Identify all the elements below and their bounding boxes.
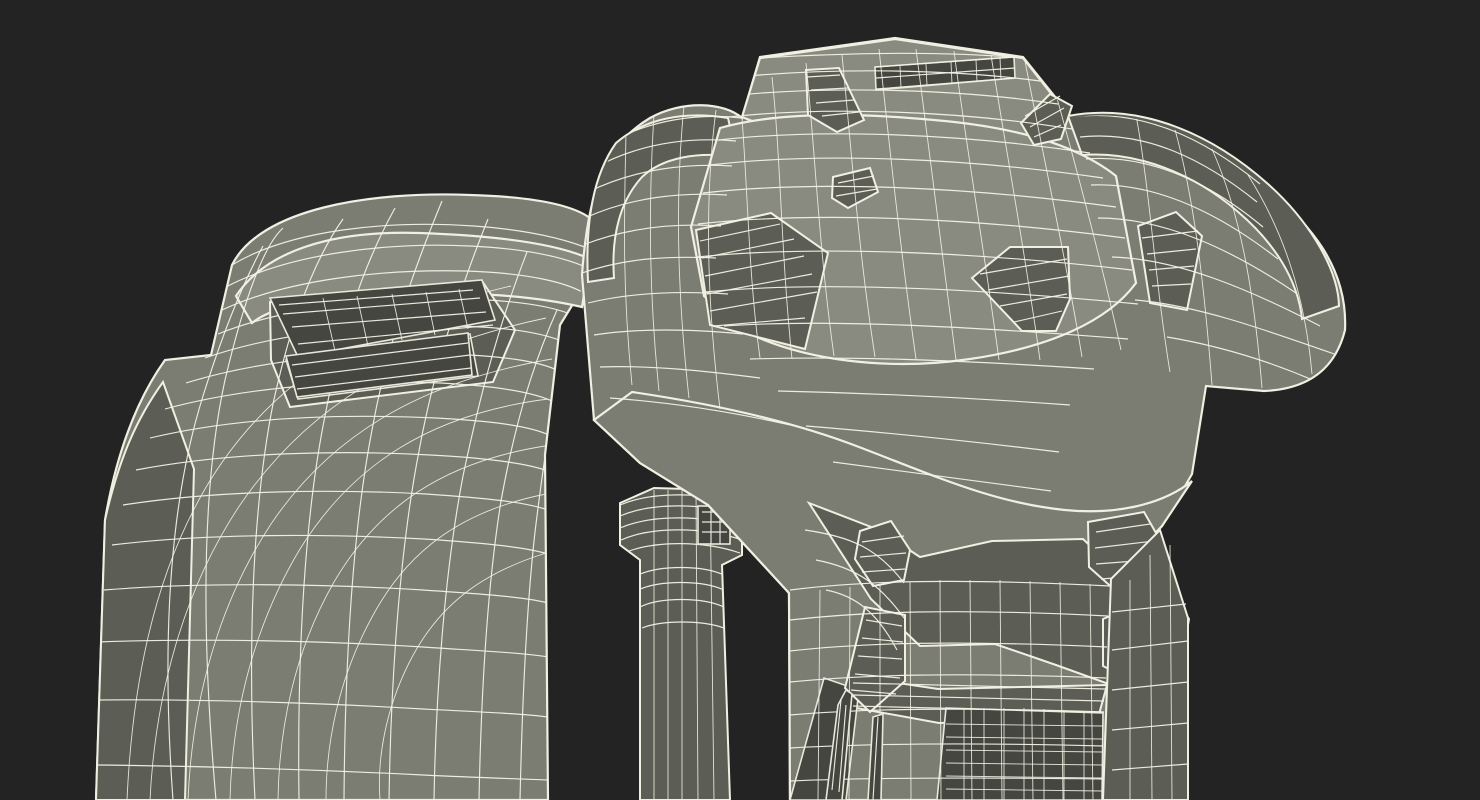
render-viewport (0, 0, 1480, 800)
pump-cylinder (619, 486, 743, 800)
tank-body (94, 193, 602, 800)
wireframe-backpack-sprayer-render (94, 36, 1347, 800)
